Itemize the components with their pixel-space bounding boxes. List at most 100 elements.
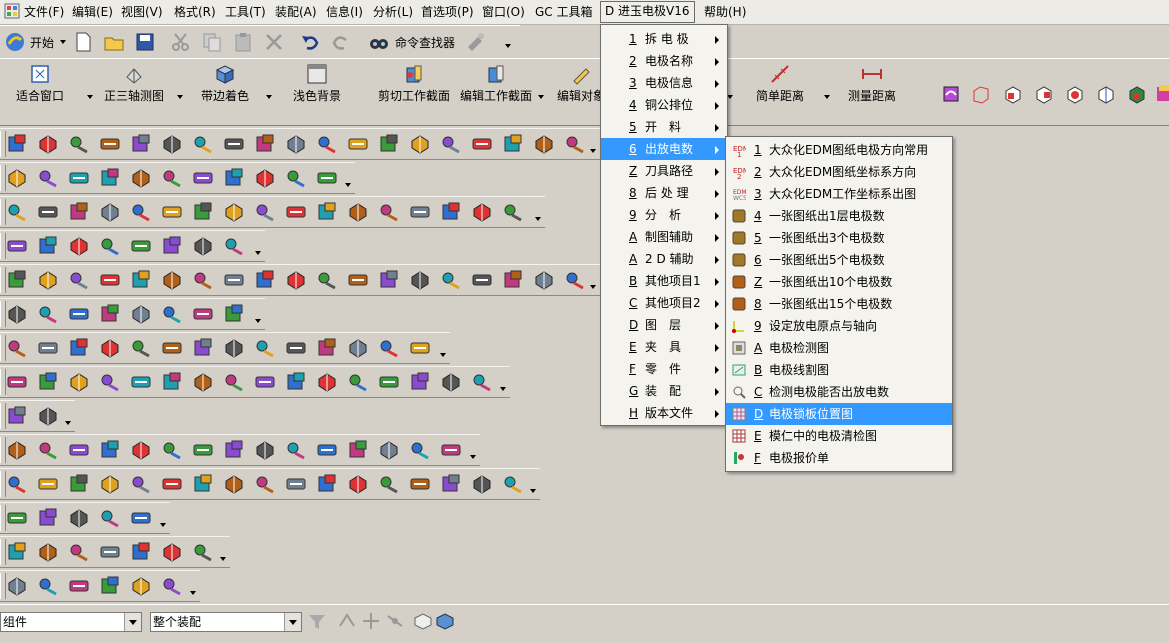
menu-analysis[interactable]: 分析(L) <box>369 2 417 22</box>
tool-button-icon[interactable] <box>68 541 90 563</box>
toolbar-overflow-icon[interactable] <box>255 319 261 323</box>
menu-item-5[interactable]: 6 出放电数 <box>601 138 727 160</box>
tool-button-icon[interactable] <box>192 269 214 291</box>
tool-button-icon[interactable] <box>347 337 369 359</box>
tool-button-icon[interactable] <box>6 303 28 325</box>
menu-help[interactable]: 帮助(H) <box>700 2 750 22</box>
tool-button-icon[interactable] <box>192 541 214 563</box>
section-dropdown-icon[interactable] <box>538 95 544 99</box>
tool-button-icon[interactable] <box>378 439 400 461</box>
tool-button-icon[interactable] <box>223 167 245 189</box>
tool-button-icon[interactable] <box>347 269 369 291</box>
view-iso-icon[interactable] <box>1095 83 1117 105</box>
tool-button-icon[interactable] <box>68 167 90 189</box>
tool-button-icon[interactable] <box>223 371 245 393</box>
tool-button-icon[interactable] <box>378 371 400 393</box>
tool-button-icon[interactable] <box>223 303 245 325</box>
tool-button-icon[interactable] <box>409 473 431 495</box>
tool-button-icon[interactable] <box>192 473 214 495</box>
toolbar-overflow-icon[interactable] <box>590 149 596 153</box>
tool-button-icon[interactable] <box>316 371 338 393</box>
tool-button-icon[interactable] <box>409 371 431 393</box>
tool-button-icon[interactable] <box>37 303 59 325</box>
tool-button-icon[interactable] <box>471 473 493 495</box>
distance-dropdown-icon[interactable] <box>824 95 830 99</box>
toolbar-overflow-icon[interactable] <box>220 557 226 561</box>
submenu-item-0[interactable]: EDM 1 1 大众化EDM图纸电极方向常用 <box>726 139 952 161</box>
submenu-item-14[interactable]: F 电极报价单 <box>726 447 952 469</box>
save-icon[interactable] <box>134 31 156 53</box>
tool-button-icon[interactable] <box>471 133 493 155</box>
tool-button-icon[interactable] <box>68 371 90 393</box>
fit-window-button[interactable]: 适合窗口 <box>8 59 72 123</box>
view-bottom-icon[interactable] <box>1126 83 1148 105</box>
view-front-icon[interactable] <box>1002 83 1024 105</box>
tool-button-icon[interactable] <box>99 507 121 529</box>
tool-button-icon[interactable] <box>161 371 183 393</box>
trimetric-view-dropdown-icon[interactable] <box>177 95 183 99</box>
tool-button-icon[interactable] <box>68 201 90 223</box>
tool-button-icon[interactable] <box>285 201 307 223</box>
tool-button-icon[interactable] <box>6 337 28 359</box>
toolbar-overflow-icon[interactable] <box>190 591 196 595</box>
tool-button-icon[interactable] <box>254 473 276 495</box>
tool-button-icon[interactable] <box>223 439 245 461</box>
menu-jinyu-electrode[interactable]: D 进玉电极V16 <box>600 1 695 23</box>
tool-button-icon[interactable] <box>37 269 59 291</box>
tool-button-icon[interactable] <box>161 303 183 325</box>
tool-button-icon[interactable] <box>409 439 431 461</box>
submenu-item-13[interactable]: E 模仁中的电极清检图 <box>726 425 952 447</box>
tool-button-icon[interactable] <box>471 371 493 393</box>
tool-button-icon[interactable] <box>99 473 121 495</box>
tool-button-icon[interactable] <box>6 167 28 189</box>
fit-window-dropdown-icon[interactable] <box>87 95 93 99</box>
tool-button-icon[interactable] <box>130 201 152 223</box>
tool-button-icon[interactable] <box>254 133 276 155</box>
tool-button-icon[interactable] <box>254 371 276 393</box>
surface-icon[interactable] <box>940 83 962 105</box>
trimetric-view-button[interactable]: 正三轴测图 <box>98 59 170 123</box>
menu-item-6[interactable]: Z 刀具路径 <box>601 160 727 182</box>
wire-cube-icon[interactable] <box>970 83 992 105</box>
tool-button-icon[interactable] <box>130 167 152 189</box>
tool-button-icon[interactable] <box>409 269 431 291</box>
tool-button-icon[interactable] <box>533 133 555 155</box>
tool-button-icon[interactable] <box>37 541 59 563</box>
tool-button-icon[interactable] <box>68 269 90 291</box>
tool-button-icon[interactable] <box>502 201 524 223</box>
tool-button-icon[interactable] <box>37 133 59 155</box>
tool-button-icon[interactable] <box>440 371 462 393</box>
tool-button-icon[interactable] <box>223 235 245 257</box>
tool-button-icon[interactable] <box>161 133 183 155</box>
undo-icon[interactable] <box>299 31 321 53</box>
tool-button-icon[interactable] <box>6 541 28 563</box>
customize-icon[interactable] <box>464 31 486 53</box>
tool-button-icon[interactable] <box>99 439 121 461</box>
selection-scope-combo[interactable]: 整个装配 <box>150 612 302 632</box>
measure-distance-button[interactable]: 测量距离 <box>840 59 904 123</box>
tool-button-icon[interactable] <box>37 235 59 257</box>
shaded-with-edges-button[interactable]: 带边着色 <box>193 59 257 123</box>
toolbar-overflow-icon[interactable] <box>535 217 541 221</box>
tool-button-icon[interactable] <box>6 371 28 393</box>
tool-button-icon[interactable] <box>347 133 369 155</box>
tool-button-icon[interactable] <box>409 201 431 223</box>
tool-button-icon[interactable] <box>37 337 59 359</box>
menu-item-0[interactable]: 1 拆 电 极 <box>601 28 727 50</box>
tool-button-icon[interactable] <box>440 201 462 223</box>
tool-button-icon[interactable] <box>6 405 28 427</box>
edit-object-button[interactable]: 编辑对象 <box>556 59 606 123</box>
selection-filter-combo[interactable]: 组件 <box>0 612 142 632</box>
tool-button-icon[interactable] <box>130 507 152 529</box>
tool-button-icon[interactable] <box>347 439 369 461</box>
tool-button-icon[interactable] <box>68 133 90 155</box>
submenu-item-10[interactable]: B 电极线割图 <box>726 359 952 381</box>
view-right-icon[interactable] <box>1064 83 1086 105</box>
snap-mid-icon[interactable] <box>384 610 406 632</box>
menu-item-1[interactable]: 2 电极名称 <box>601 50 727 72</box>
tool-button-icon[interactable] <box>161 541 183 563</box>
tool-button-icon[interactable] <box>316 269 338 291</box>
paste-icon[interactable] <box>232 31 254 53</box>
tool-button-icon[interactable] <box>254 439 276 461</box>
tool-button-icon[interactable] <box>192 337 214 359</box>
